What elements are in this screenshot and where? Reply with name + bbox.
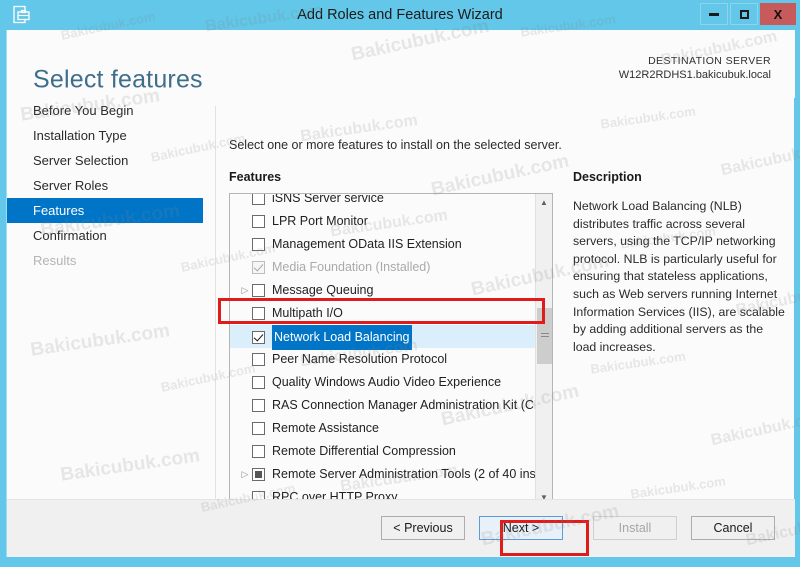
feature-label: Remote Server Administration Tools (2 of… [272,467,536,482]
maximize-icon [739,9,749,19]
feature-checkbox[interactable] [252,238,265,252]
features-list: iSNS Server service LPR Port Monitor Manag… [230,194,536,506]
sidebar-item-label: Before You Begin [33,103,134,118]
feature-label: Quality Windows Audio Video Experience [272,375,502,390]
wizard-steps-sidebar: Before You Begin Installation Type Server … [7,98,203,528]
destination-server-name: W12R2RDHS1.bakicubuk.local [618,69,771,81]
minimize-icon [709,12,719,16]
sidebar-item-confirmation[interactable]: Confirmation [7,223,203,248]
destination-server-label: DESTINATION SERVER [648,55,771,67]
feature-label: Network Load Balancing [272,325,412,350]
feature-checkbox [252,261,265,275]
feature-checkbox[interactable] [252,468,265,482]
sidebar-item-before-you-begin[interactable]: Before You Begin [7,98,203,123]
feature-checkbox[interactable] [252,194,265,206]
sidebar-item-label: Confirmation [33,228,107,243]
feature-row[interactable]: Network Load Balancing [230,325,536,350]
main-panel: Select one or more features to install o… [223,98,795,528]
description-title: Description [573,170,642,184]
sidebar-item-label: Results [33,253,77,268]
feature-checkbox[interactable] [252,353,265,367]
feature-row[interactable]: RAS Connection Manager Administration Ki… [230,394,536,417]
feature-row[interactable]: Management OData IIS Extension [230,233,536,256]
destination-server-block: DESTINATION SERVER W12R2RDHS1.bakicubuk.… [619,54,771,83]
close-button[interactable]: X [760,3,796,25]
feature-label: Multipath I/O [272,306,343,321]
feature-label: RAS Connection Manager Administration Ki… [272,398,536,413]
title-bar: Add Roles and Features Wizard X [0,0,800,30]
feature-label: Remote Assistance [272,421,379,436]
sidebar-item-label: Installation Type [33,128,127,143]
page-title: Select features [33,65,203,94]
sidebar-item-label: Features [33,203,85,218]
feature-checkbox[interactable] [252,307,265,321]
maximize-button[interactable] [730,3,758,25]
feature-row[interactable]: iSNS Server service [230,194,536,210]
features-section-label: Features [229,170,282,184]
feature-label: Message Queuing [272,283,374,298]
feature-checkbox[interactable] [252,445,265,459]
cancel-button[interactable]: Cancel [691,516,775,540]
grip-icon [540,333,549,339]
feature-checkbox[interactable] [252,331,265,344]
feature-row[interactable]: Remote Assistance [230,417,536,440]
feature-label: Peer Name Resolution Protocol [272,352,448,367]
description-panel: Description Network Load Balancing (NLB)… [573,170,787,356]
feature-row[interactable]: Quality Windows Audio Video Experience [230,371,536,394]
footer-bar: < Previous Next > Install Cancel [7,499,795,557]
feature-row[interactable]: Peer Name Resolution Protocol [230,348,536,371]
feature-row[interactable]: Remote Differential Compression [230,440,536,463]
instruction-text: Select one or more features to install o… [229,138,562,152]
feature-label: Management OData IIS Extension [272,237,462,252]
feature-row[interactable]: LPR Port Monitor [230,210,536,233]
sidebar-item-server-selection[interactable]: Server Selection [7,148,203,173]
feature-row[interactable]: ▷ Remote Server Administration Tools (2 o… [230,463,536,486]
vertical-scrollbar[interactable]: ▲ ▼ [535,194,552,506]
install-button: Install [593,516,677,540]
window-title: Add Roles and Features Wizard [297,7,503,23]
feature-row[interactable]: Multipath I/O [230,302,536,325]
sidebar-item-installation-type[interactable]: Installation Type [7,123,203,148]
chevron-right-icon[interactable]: ▷ [238,463,252,486]
feature-checkbox[interactable] [252,376,265,390]
feature-checkbox[interactable] [252,284,265,298]
feature-label: Remote Differential Compression [272,444,456,459]
client-area: Select features DESTINATION SERVER W12R2… [6,30,795,557]
description-body: Network Load Balancing (NLB) distributes… [573,199,785,354]
features-list-viewport: iSNS Server service LPR Port Monitor Manag… [230,194,536,506]
feature-checkbox[interactable] [252,422,265,436]
chevron-up-icon[interactable]: ▲ [536,194,552,211]
sidebar-item-features[interactable]: Features [7,198,203,223]
sidebar-item-results: Results [7,248,203,273]
chevron-right-icon[interactable]: ▷ [238,279,252,302]
feature-row[interactable]: Media Foundation (Installed) [230,256,536,279]
feature-label: iSNS Server service [272,194,384,206]
features-listbox[interactable]: iSNS Server service LPR Port Monitor Manag… [229,193,553,523]
minimize-button[interactable] [700,3,728,25]
feature-label: Media Foundation (Installed) [272,260,431,275]
sidebar-item-label: Server Roles [33,178,109,193]
feature-checkbox[interactable] [252,399,265,413]
wizard-window: Add Roles and Features Wizard X Select f… [0,0,800,567]
previous-button[interactable]: < Previous [381,516,465,540]
feature-row[interactable]: ▷ Message Queuing [230,279,536,302]
sidebar-item-label: Server Selection [33,153,129,168]
feature-checkbox[interactable] [252,215,265,229]
vertical-scrollbar-thumb[interactable] [537,308,552,364]
page-header: Select features DESTINATION SERVER W12R2… [7,30,795,98]
feature-label: LPR Port Monitor [272,214,368,229]
next-button[interactable]: Next > [479,516,563,540]
sidebar-divider [215,106,216,520]
sidebar-item-server-roles[interactable]: Server Roles [7,173,203,198]
